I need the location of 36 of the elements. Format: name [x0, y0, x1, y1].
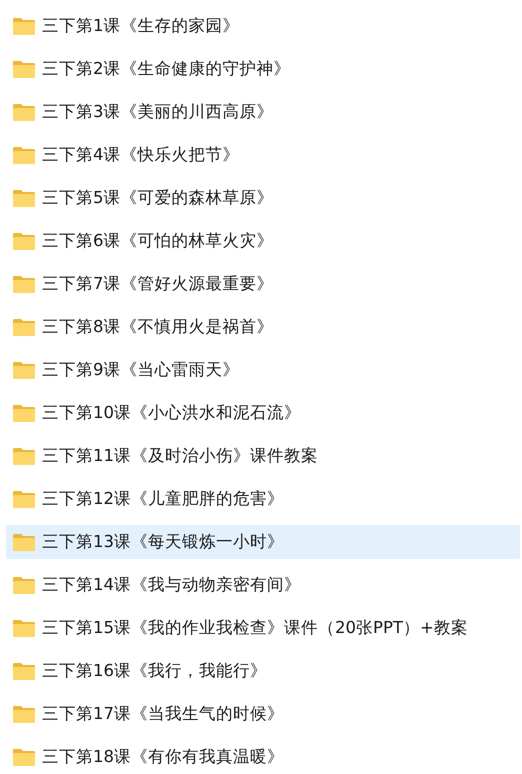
folder-icon	[13, 404, 35, 422]
folder-icon	[13, 276, 35, 292]
folder-item[interactable]: 三下第7课《管好火源最重要》	[6, 267, 520, 301]
folder-icon	[13, 490, 35, 508]
folder-icon	[13, 104, 35, 120]
folder-item[interactable]: 三下第1课《生存的家园》	[6, 9, 520, 43]
folder-icon	[13, 534, 35, 550]
folder-item[interactable]: 三下第8课《不慎用火是祸首》	[6, 310, 520, 344]
folder-icon	[13, 18, 35, 34]
folder-item[interactable]: 三下第3课《美丽的川西高原》	[6, 95, 520, 129]
folder-item[interactable]: 三下第2课《生命健康的守护神》	[6, 52, 520, 86]
folder-icon	[13, 662, 35, 680]
folder-item[interactable]: 三下第17课《当我生气的时候》	[6, 697, 520, 731]
folder-item[interactable]: 三下第11课《及时治小伤》课件教案	[6, 439, 520, 473]
folder-icon	[13, 190, 35, 206]
folder-item[interactable]: 三下第4课《快乐火把节》	[6, 138, 520, 172]
folder-icon	[13, 748, 35, 766]
folder-item[interactable]: 三下第18课《有你有我真温暖》	[6, 740, 520, 774]
folder-icon	[13, 318, 35, 336]
folder-item[interactable]: 三下第15课《我的作业我检查》课件（20张PPT）+教案	[6, 611, 520, 645]
folder-item[interactable]: 三下第16课《我行，我能行》	[6, 654, 520, 688]
folder-icon	[13, 146, 35, 164]
folder-icon	[13, 60, 35, 78]
folder-item[interactable]: 三下第13课《每天锻炼一小时》	[6, 525, 520, 559]
folder-icon	[13, 232, 35, 250]
folder-item[interactable]: 三下第14课《我与动物亲密有间》	[6, 568, 520, 602]
folder-item[interactable]: 三下第12课《儿童肥胖的危害》	[6, 482, 520, 516]
folder-item[interactable]: 三下第10课《小心洪水和泥石流》	[6, 396, 520, 430]
folder-icon	[13, 706, 35, 722]
folder-icon	[13, 620, 35, 636]
folder-item[interactable]: 三下第5课《可爱的森林草原》	[6, 181, 520, 215]
folder-item[interactable]: 三下第6课《可怕的林草火灾》	[6, 224, 520, 258]
folder-icon	[13, 576, 35, 594]
folder-item[interactable]: 三下第9课《当心雷雨天》	[6, 353, 520, 387]
folder-icon	[13, 362, 35, 378]
folder-icon	[13, 448, 35, 464]
